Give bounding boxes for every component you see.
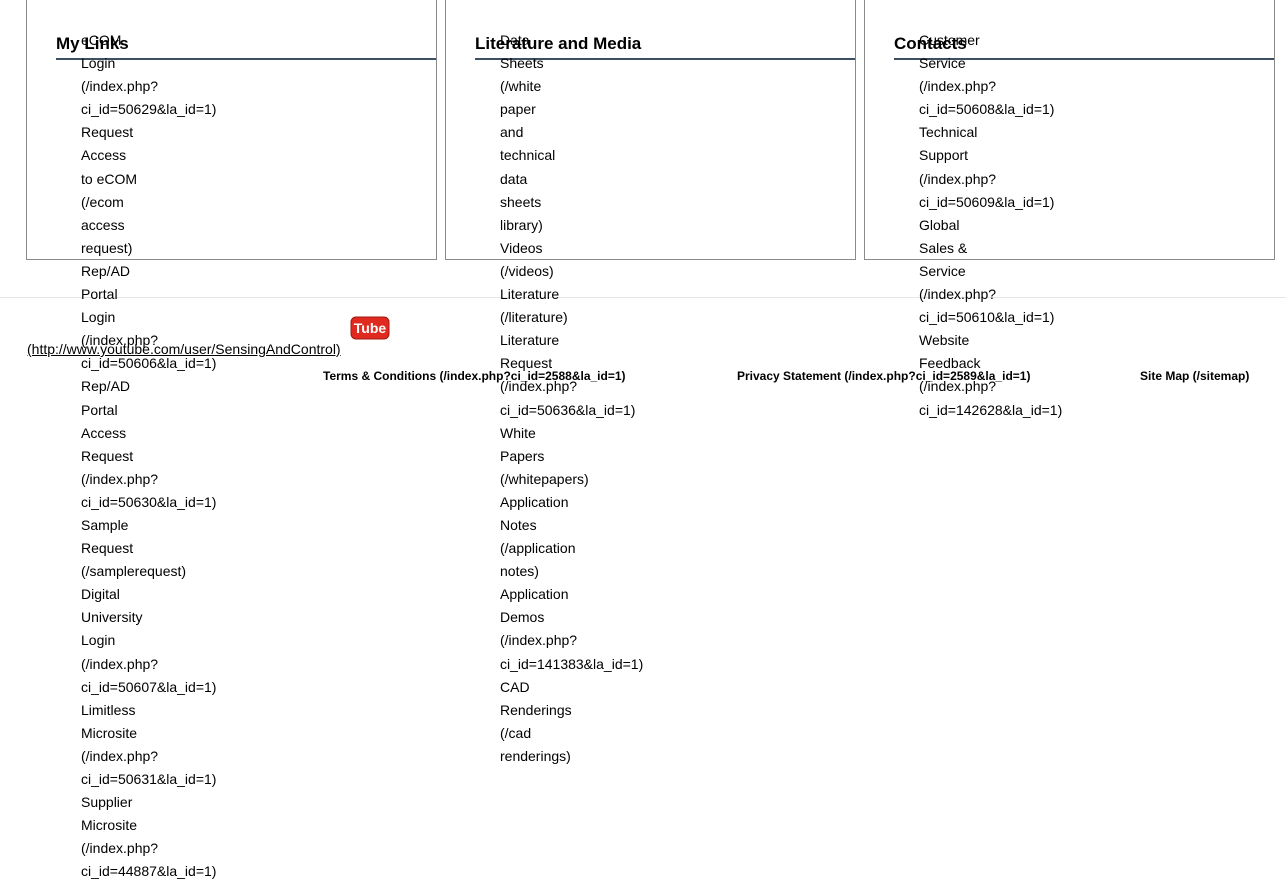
link-application-notes[interactable]: Application Notes (/application notes) [500, 494, 576, 579]
youtube-icon[interactable]: Tube [350, 316, 390, 340]
link-rep-ad-portal-access-request[interactable]: Rep/AD Portal Access Request (/index.php… [81, 378, 216, 509]
link-limitless-microsite[interactable]: Limitless Microsite (/index.php? ci_id=5… [81, 702, 216, 787]
list-item[interactable]: Sample Request (/samplerequest) [81, 514, 186, 583]
link-digital-university-login[interactable]: Digital University Login (/index.php? ci… [81, 586, 216, 694]
list-item[interactable]: Global Sales & Service (/index.php? ci_i… [919, 214, 1054, 329]
list-item[interactable]: Rep/AD Portal Access Request (/index.php… [81, 375, 216, 514]
link-application-demos[interactable]: Application Demos (/index.php? ci_id=141… [500, 586, 643, 671]
list-item[interactable]: Application Demos (/index.php? ci_id=141… [500, 583, 643, 675]
list-item[interactable]: White Papers (/whitepapers) [500, 422, 589, 491]
list-item[interactable]: eCOM Login (/index.php? ci_id=50629&la_i… [81, 29, 216, 121]
list-item[interactable]: Literature (/literature) [500, 283, 568, 329]
contacts-list: Customer Service (/index.php? ci_id=5060… [919, 29, 1062, 422]
youtube-icon-label: Tube [354, 320, 387, 336]
site-map-link[interactable]: Site Map (/sitemap) [1140, 368, 1249, 384]
list-item[interactable]: Rep/AD Portal Login (/index.php? ci_id=5… [81, 260, 216, 375]
terms-conditions-link[interactable]: Terms & Conditions (/index.php?ci_id=258… [323, 368, 626, 384]
link-supplier-microsite[interactable]: Supplier Microsite (/index.php? ci_id=44… [81, 794, 216, 879]
link-literature[interactable]: Literature (/literature) [500, 286, 568, 325]
list-item[interactable]: Technical Support (/index.php? ci_id=506… [919, 121, 1054, 213]
list-item[interactable]: Limitless Microsite (/index.php? ci_id=5… [81, 699, 216, 791]
youtube-channel-link[interactable]: (http://www.youtube.com/user/SensingAndC… [27, 340, 341, 358]
link-cad-renderings[interactable]: CAD Renderings (/cad renderings) [500, 679, 572, 764]
link-sample-request[interactable]: Sample Request (/samplerequest) [81, 517, 186, 579]
footer-divider [0, 297, 1286, 298]
link-videos[interactable]: Videos (/videos) [500, 240, 554, 279]
list-item[interactable]: Digital University Login (/index.php? ci… [81, 583, 216, 698]
my-links-list: eCOM Login (/index.php? ci_id=50629&la_i… [81, 29, 216, 883]
list-item[interactable]: Videos (/videos) [500, 237, 560, 283]
list-item[interactable]: Supplier Microsite (/index.php? ci_id=44… [81, 791, 216, 883]
list-item[interactable]: Request Access to eCOM (/ecom access req… [81, 121, 141, 260]
privacy-statement-link[interactable]: Privacy Statement (/index.php?ci_id=2589… [737, 368, 1030, 384]
list-item[interactable]: Data Sheets (/white paper and technical … [500, 29, 560, 237]
literature-media-list: Data Sheets (/white paper and technical … [500, 29, 643, 768]
link-data-sheets[interactable]: Data Sheets (/white paper and technical … [500, 32, 555, 233]
list-item[interactable]: Application Notes (/application notes) [500, 491, 576, 583]
list-item[interactable]: Customer Service (/index.php? ci_id=5060… [919, 29, 1054, 121]
list-item[interactable]: CAD Renderings (/cad renderings) [500, 676, 572, 768]
link-request-ecom-access[interactable]: Request Access to eCOM (/ecom access req… [81, 124, 137, 255]
link-white-papers[interactable]: White Papers (/whitepapers) [500, 425, 589, 487]
